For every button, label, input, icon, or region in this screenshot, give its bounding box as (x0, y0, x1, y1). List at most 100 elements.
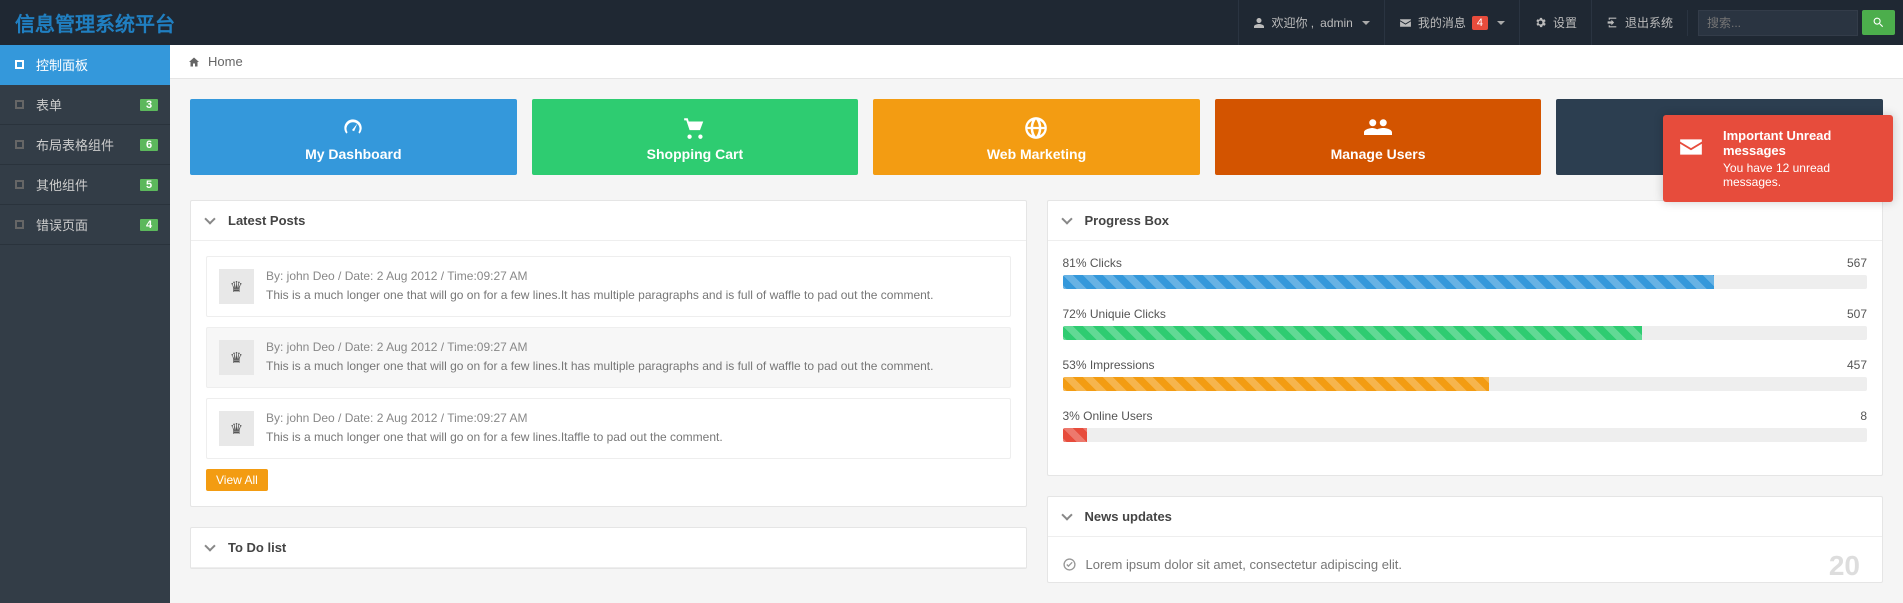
brand-title: 信息管理系统平台 (0, 8, 190, 37)
search-wrap (1687, 10, 1903, 36)
post-text: This is a much longer one that will go o… (266, 286, 933, 304)
sidebar: 控制面板表单3布局表格组件6 其他组件 5 错误页面 4 (0, 45, 170, 603)
panel-title: Latest Posts (228, 213, 305, 228)
home-icon (188, 56, 200, 68)
sidebar-badge: 5 (140, 179, 158, 191)
news-panel: News updates Lorem ipsum dolor sit amet,… (1047, 496, 1884, 583)
main-area: Home My Dashboard Shopping Cart Web Market… (170, 45, 1903, 603)
globe-icon (883, 114, 1190, 142)
chevron-down-icon (204, 213, 215, 224)
progress-label: 3% Online Users (1063, 409, 1153, 423)
stop-icon (12, 218, 26, 232)
sidebar-badge: 4 (140, 219, 158, 231)
progress-bar (1063, 428, 1868, 442)
stop-icon (12, 98, 26, 112)
tile-label: Manage Users (1225, 146, 1532, 162)
progress-item: 72% Uniquie Clicks 507 (1063, 307, 1868, 340)
tile-2[interactable]: Web Marketing (873, 99, 1200, 175)
post-meta: By: john Deo / Date: 2 Aug 2012 / Time:0… (266, 269, 933, 283)
sidebar-item-2[interactable]: 布局表格组件6 (0, 125, 170, 165)
chevron-down-icon (204, 540, 215, 551)
tile-0[interactable]: My Dashboard (190, 99, 517, 175)
top-header: 信息管理系统平台 欢迎你 , admin 我的消息 4 设置 (0, 0, 1903, 45)
progress-value: 8 (1860, 409, 1867, 423)
breadcrumb-home[interactable]: Home (208, 54, 243, 69)
messages-label: 我的消息 (1418, 14, 1466, 31)
news-text: Lorem ipsum dolor sit amet, consectetur … (1086, 557, 1402, 572)
panel-title: Progress Box (1085, 213, 1170, 228)
sidebar-item-label: 控制面板 (36, 55, 88, 74)
chevron-down-icon (1061, 509, 1072, 520)
caret-down-icon (1362, 21, 1370, 25)
post-item: ♛ By: john Deo / Date: 2 Aug 2012 / Time:… (206, 327, 1011, 388)
search-input[interactable] (1698, 10, 1858, 36)
tile-label: Shopping Cart (542, 146, 849, 162)
panel-title: To Do list (228, 540, 286, 555)
toast-notification[interactable]: Important Unread messages You have 12 un… (1663, 115, 1893, 202)
sidebar-item-label: 其他组件 (36, 175, 88, 194)
settings-button[interactable]: 设置 (1519, 0, 1591, 45)
tile-label: My Dashboard (200, 146, 507, 162)
sidebar-item-3[interactable]: 其他组件 5 (0, 165, 170, 205)
progress-fill (1063, 428, 1087, 442)
panel-title: News updates (1085, 509, 1172, 524)
news-item: Lorem ipsum dolor sit amet, consectetur … (1063, 552, 1868, 577)
progress-value: 567 (1847, 256, 1867, 270)
logout-label: 退出系统 (1625, 14, 1673, 31)
latest-posts-panel: Latest Posts ♛ By: john Deo / Date: 2 Aug… (190, 200, 1027, 507)
gear-icon (1534, 16, 1547, 29)
progress-item: 53% Impressions 457 (1063, 358, 1868, 391)
logout-icon (1606, 16, 1619, 29)
progress-bar (1063, 326, 1868, 340)
settings-label: 设置 (1553, 14, 1577, 31)
view-all-button[interactable]: View All (206, 469, 268, 491)
tile-3[interactable]: Manage Users (1215, 99, 1542, 175)
progress-bar (1063, 275, 1868, 289)
welcome-prefix: 欢迎你 , (1271, 14, 1314, 31)
stop-icon (12, 58, 26, 72)
progress-value: 507 (1847, 307, 1867, 321)
tile-1[interactable]: Shopping Cart (532, 99, 859, 175)
logout-button[interactable]: 退出系统 (1591, 0, 1687, 45)
stop-icon (12, 178, 26, 192)
sidebar-item-0[interactable]: 控制面板 (0, 45, 170, 85)
progress-label: 72% Uniquie Clicks (1063, 307, 1166, 321)
post-meta: By: john Deo / Date: 2 Aug 2012 / Time:0… (266, 340, 933, 354)
panel-header[interactable]: To Do list (191, 528, 1026, 568)
sidebar-item-label: 布局表格组件 (36, 135, 114, 154)
post-text: This is a much longer one that will go o… (266, 357, 933, 375)
progress-label: 53% Impressions (1063, 358, 1155, 372)
progress-item: 81% Clicks567 (1063, 256, 1868, 289)
chevron-down-icon (1061, 213, 1072, 224)
progress-bar (1063, 377, 1868, 391)
sidebar-badge: 3 (140, 99, 158, 111)
sidebar-item-1[interactable]: 表单3 (0, 85, 170, 125)
toast-title: Important Unread messages (1723, 128, 1875, 158)
progress-fill (1063, 275, 1715, 289)
stop-icon (12, 138, 26, 152)
progress-body: 81% Clicks567 72% Uniquie Clicks 507 53% Im… (1048, 241, 1883, 475)
caret-down-icon (1497, 21, 1505, 25)
messages-badge: 4 (1472, 16, 1488, 30)
progress-value: 457 (1847, 358, 1867, 372)
news-body: Lorem ipsum dolor sit amet, consectetur … (1048, 537, 1883, 582)
cart-icon (542, 114, 849, 142)
dashboard-tiles: My Dashboard Shopping Cart Web Marketing Ma… (190, 99, 1883, 175)
messages-dropdown[interactable]: 我的消息 4 (1384, 0, 1519, 45)
tile-label: Web Marketing (883, 146, 1190, 162)
toast-message: You have 12 unread messages. (1723, 161, 1875, 189)
panel-header[interactable]: Latest Posts (191, 201, 1026, 241)
users-icon (1225, 114, 1532, 142)
welcome-dropdown[interactable]: 欢迎你 , admin (1238, 0, 1383, 45)
post-meta: By: john Deo / Date: 2 Aug 2012 / Time:0… (266, 411, 723, 425)
panel-header[interactable]: Progress Box (1048, 201, 1883, 241)
panel-header[interactable]: News updates (1048, 497, 1883, 537)
sidebar-item-4[interactable]: 错误页面 4 (0, 205, 170, 245)
welcome-user: admin (1320, 16, 1353, 30)
post-text: This is a much longer one that will go o… (266, 428, 723, 446)
envelope-icon (1399, 18, 1412, 28)
search-button[interactable] (1862, 10, 1895, 35)
post-item: ♛By: john Deo / Date: 2 Aug 2012 / Time:… (206, 256, 1011, 317)
sidebar-item-label: 错误页面 (36, 215, 88, 234)
avatar-icon: ♛ (219, 340, 254, 375)
